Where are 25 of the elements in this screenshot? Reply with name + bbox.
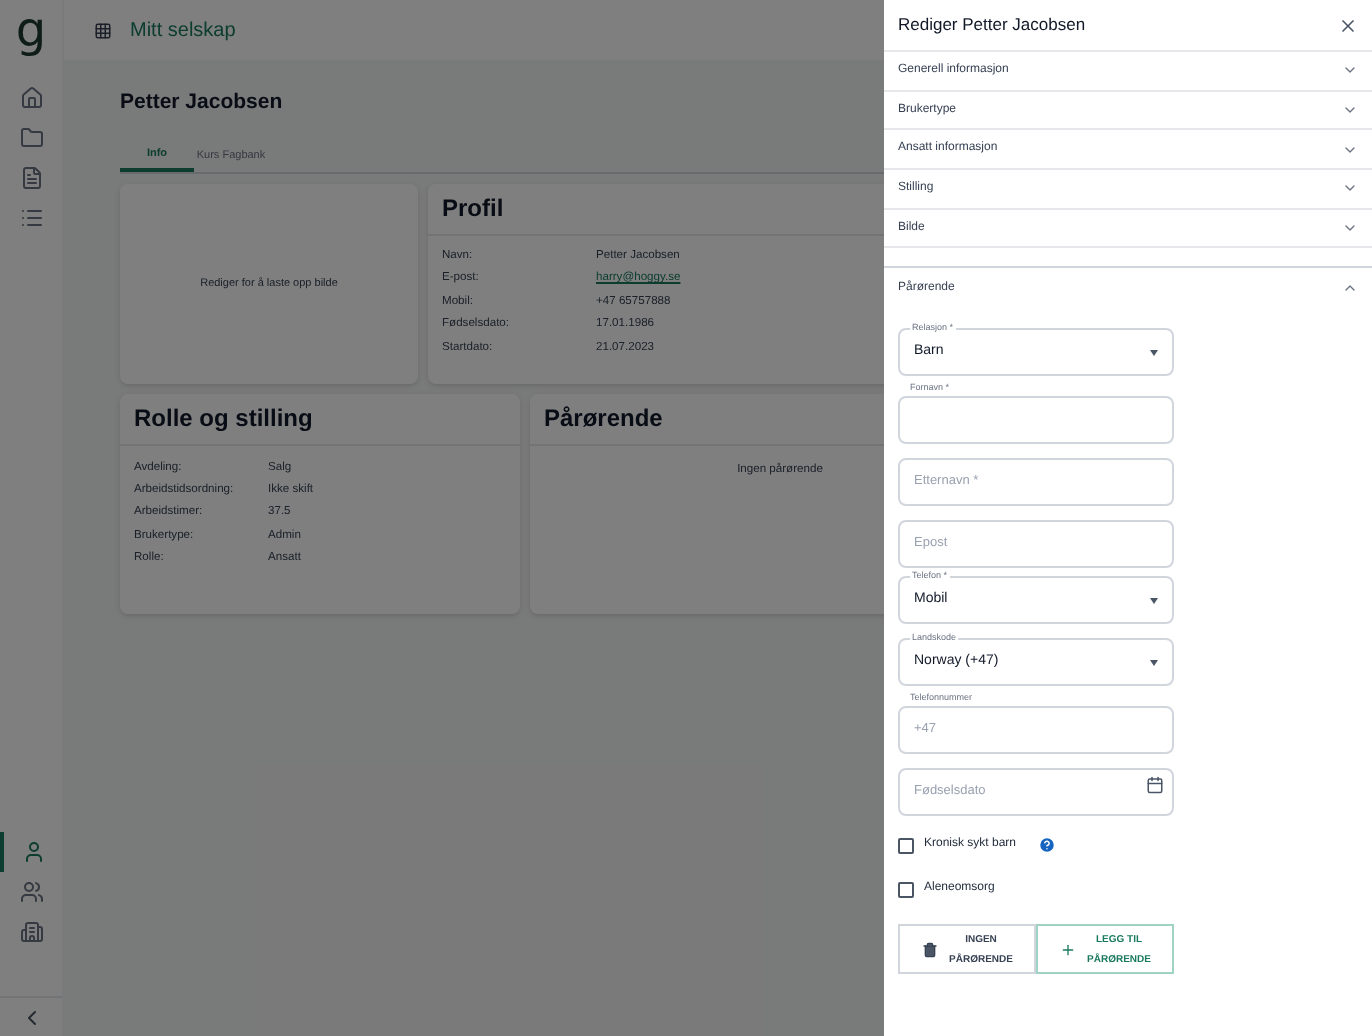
drawer-title: Rediger Petter Jacobsen xyxy=(898,12,1086,38)
company-name: Mitt selskap xyxy=(130,17,236,45)
plus-icon xyxy=(1059,941,1076,958)
calendar-icon[interactable] xyxy=(1146,776,1164,795)
apps-grid-icon[interactable] xyxy=(94,21,112,39)
card-title: Profil xyxy=(442,192,504,227)
page-title: Petter Jacobsen xyxy=(120,88,283,118)
person-icon xyxy=(21,840,45,864)
checkbox[interactable] xyxy=(898,837,914,854)
people-icon xyxy=(19,880,43,904)
card-title: Rolle og stilling xyxy=(134,402,313,437)
document-icon xyxy=(19,166,43,190)
trash-icon xyxy=(921,941,938,958)
app-logo[interactable]: g xyxy=(15,0,47,60)
close-icon[interactable] xyxy=(1338,15,1358,35)
building-icon xyxy=(19,920,43,944)
home-icon xyxy=(19,86,43,110)
card-title: Pårørende xyxy=(544,402,663,437)
dropdown-caret-icon xyxy=(1150,597,1158,604)
dropdown-caret-icon xyxy=(1150,659,1158,666)
checkbox[interactable] xyxy=(898,881,914,898)
input-field[interactable] xyxy=(898,395,1174,444)
folder-icon xyxy=(19,126,43,150)
dropdown-caret-icon xyxy=(1150,349,1158,356)
help-icon[interactable] xyxy=(1038,836,1057,855)
